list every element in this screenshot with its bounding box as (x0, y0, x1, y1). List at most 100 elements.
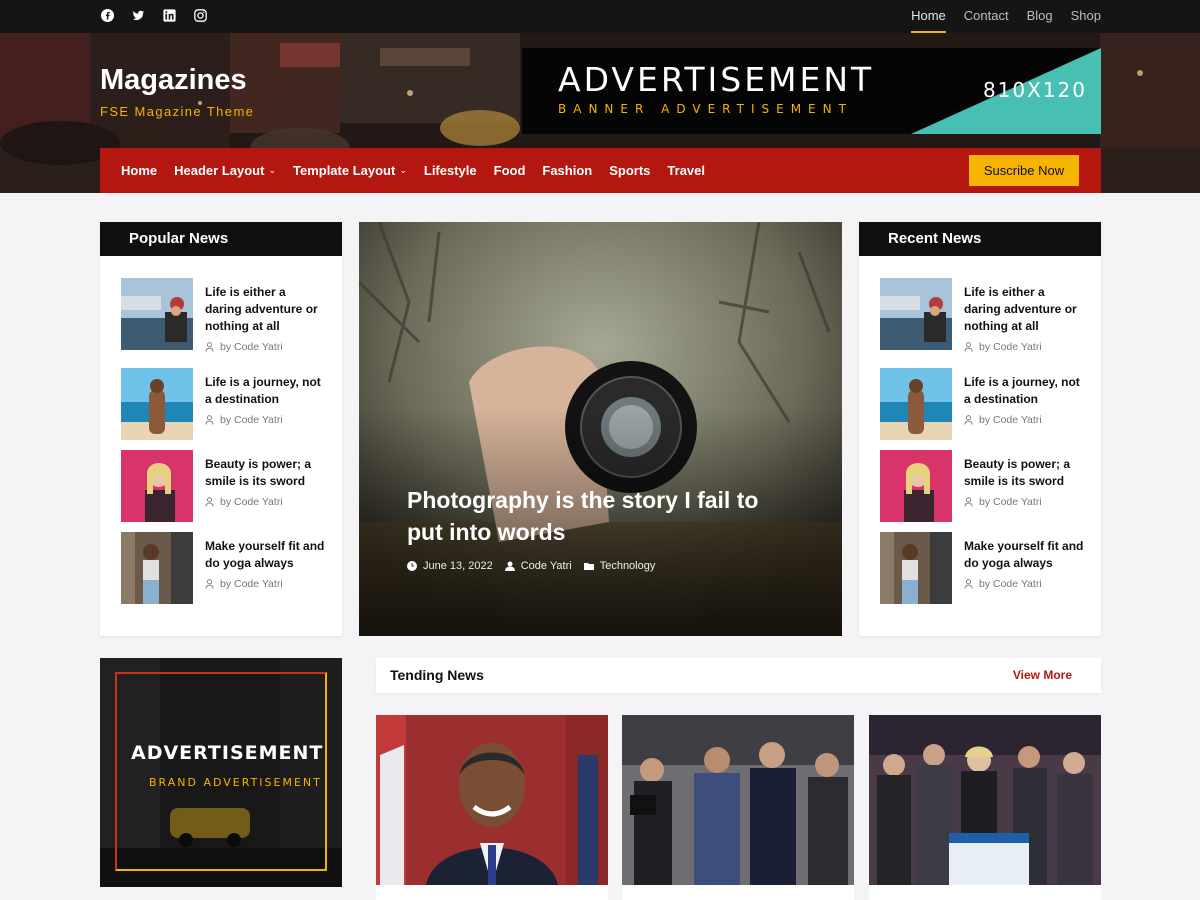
category-label: Technology (599, 560, 656, 572)
thumbnail-image (880, 450, 952, 522)
side-ad-subtitle: BRAND ADVERTISEMENT (149, 776, 322, 789)
featured-category[interactable]: Technology (583, 560, 656, 572)
nav-item-header-layout[interactable]: Header Layout ⌄ (174, 148, 276, 193)
featured-meta: June 13, 2022 Code Yatri Technology (407, 560, 655, 572)
list-item[interactable]: Life is either a daring adventure or not… (880, 278, 1090, 353)
news-thumbnail[interactable] (880, 278, 952, 350)
social-links (101, 9, 207, 22)
portrait-photo (376, 715, 608, 885)
thumbnail-image (121, 368, 193, 440)
nav-item-fashion[interactable]: Fashion (542, 148, 592, 193)
twitter-icon[interactable] (132, 9, 145, 22)
user-icon (205, 579, 214, 589)
nav-item-label: Sports (609, 163, 651, 178)
top-nav-shop[interactable]: Shop (1071, 0, 1101, 33)
news-title[interactable]: Life is either a daring adventure or not… (205, 284, 325, 335)
instagram-icon[interactable] (194, 9, 207, 22)
user-icon (205, 497, 214, 507)
clock-icon (407, 561, 417, 571)
trending-heading: Tending News (390, 667, 484, 683)
news-thumbnail[interactable] (880, 450, 952, 522)
news-title[interactable]: Life is a journey, not a destination (964, 374, 1084, 408)
news-thumbnail[interactable] (121, 532, 193, 604)
news-title[interactable]: Beauty is power; a smile is its sword (964, 456, 1084, 490)
news-author[interactable]: by Code Yatri (964, 341, 1042, 353)
trending-card[interactable] (376, 715, 608, 900)
featured-title[interactable]: Photography is the story I fail to put i… (407, 484, 787, 548)
author-label: by Code Yatri (979, 578, 1042, 590)
news-thumbnail[interactable] (121, 450, 193, 522)
nav-item-travel[interactable]: Travel (667, 148, 705, 193)
top-nav-contact[interactable]: Contact (964, 0, 1009, 33)
news-author[interactable]: by Code Yatri (205, 496, 283, 508)
nav-item-home[interactable]: Home (121, 148, 157, 193)
author-label: by Code Yatri (979, 341, 1042, 353)
nav-item-label: Lifestyle (423, 163, 477, 178)
thumbnail-image (880, 278, 952, 350)
banner-ad-title: ADVERTISEMENT (558, 60, 875, 99)
brand-advertisement[interactable]: ADVERTISEMENT BRAND ADVERTISEMENT (100, 658, 342, 887)
list-item[interactable]: Life is either a daring adventure or not… (121, 278, 331, 353)
user-icon (504, 561, 515, 571)
list-item[interactable]: Beauty is power; a smile is its sword by… (880, 450, 1090, 522)
list-item[interactable]: Make yourself fit and do yoga always by … (121, 532, 331, 604)
news-thumbnail[interactable] (880, 532, 952, 604)
top-bar: Home Contact Blog Shop (0, 0, 1200, 33)
news-title[interactable]: Beauty is power; a smile is its sword (205, 456, 325, 490)
folder-icon (583, 563, 594, 570)
list-item[interactable]: Life is a journey, not a destination by … (880, 368, 1090, 440)
popular-news-heading: Popular News (100, 222, 342, 256)
featured-author[interactable]: Code Yatri (504, 560, 572, 572)
news-author[interactable]: by Code Yatri (964, 496, 1042, 508)
featured-date[interactable]: June 13, 2022 (407, 560, 493, 572)
user-icon (205, 415, 214, 425)
banner-ad-size: 810X120 (982, 78, 1087, 102)
trending-card[interactable] (869, 715, 1101, 900)
nav-item-template-layout[interactable]: Template Layout ⌄ (293, 148, 407, 193)
main-navigation: Home Header Layout ⌄ Template Layout ⌄ Lif… (100, 148, 1101, 193)
top-nav-blog[interactable]: Blog (1027, 0, 1053, 33)
nav-item-food[interactable]: Food (494, 148, 526, 193)
news-thumbnail[interactable] (121, 278, 193, 350)
nav-item-sports[interactable]: Sports (609, 148, 650, 193)
trending-card-image[interactable] (622, 715, 854, 885)
thumbnail-image (880, 368, 952, 440)
site-title[interactable]: Magazines (100, 64, 247, 97)
linkedin-icon[interactable] (163, 9, 176, 22)
side-ad-title: ADVERTISEMENT (131, 742, 324, 764)
trending-card-image[interactable] (869, 715, 1101, 885)
news-author[interactable]: by Code Yatri (205, 414, 283, 426)
view-more-link[interactable]: View More (1013, 658, 1072, 693)
nav-item-label: Template Layout (292, 163, 396, 178)
author-label: by Code Yatri (220, 496, 283, 508)
news-author[interactable]: by Code Yatri (964, 414, 1042, 426)
news-author[interactable]: by Code Yatri (205, 341, 283, 353)
nav-item-lifestyle[interactable]: Lifestyle (424, 148, 477, 193)
news-title[interactable]: Life is either a daring adventure or not… (964, 284, 1084, 335)
news-thumbnail[interactable] (880, 368, 952, 440)
ad-frame (115, 672, 327, 871)
featured-post[interactable]: Photography is the story I fail to put i… (359, 222, 842, 636)
trending-news-header: Tending News View More (376, 658, 1101, 693)
banner-advertisement[interactable]: ADVERTISEMENT BANNER ADVERTISEMENT 810X1… (522, 48, 1101, 134)
top-nav-home[interactable]: Home (911, 0, 946, 33)
user-icon (205, 342, 214, 352)
event-photo (869, 715, 1101, 885)
trending-card-image[interactable] (376, 715, 608, 885)
list-item[interactable]: Beauty is power; a smile is its sword by… (121, 450, 331, 522)
thumbnail-image (121, 278, 193, 350)
trending-card[interactable] (622, 715, 854, 900)
crowd-photo (622, 715, 854, 885)
news-thumbnail[interactable] (121, 368, 193, 440)
nav-item-label: Header Layout (174, 163, 265, 178)
news-title[interactable]: Life is a journey, not a destination (205, 374, 325, 408)
chevron-down-icon: ⌄ (399, 165, 407, 175)
news-title[interactable]: Make yourself fit and do yoga always (964, 538, 1084, 572)
news-title[interactable]: Make yourself fit and do yoga always (205, 538, 325, 572)
news-author[interactable]: by Code Yatri (205, 578, 283, 590)
news-author[interactable]: by Code Yatri (964, 578, 1042, 590)
facebook-icon[interactable] (101, 9, 114, 22)
list-item[interactable]: Make yourself fit and do yoga always by … (880, 532, 1090, 604)
list-item[interactable]: Life is a journey, not a destination by … (121, 368, 331, 440)
subscribe-button[interactable]: Suscribe Now (969, 155, 1079, 186)
